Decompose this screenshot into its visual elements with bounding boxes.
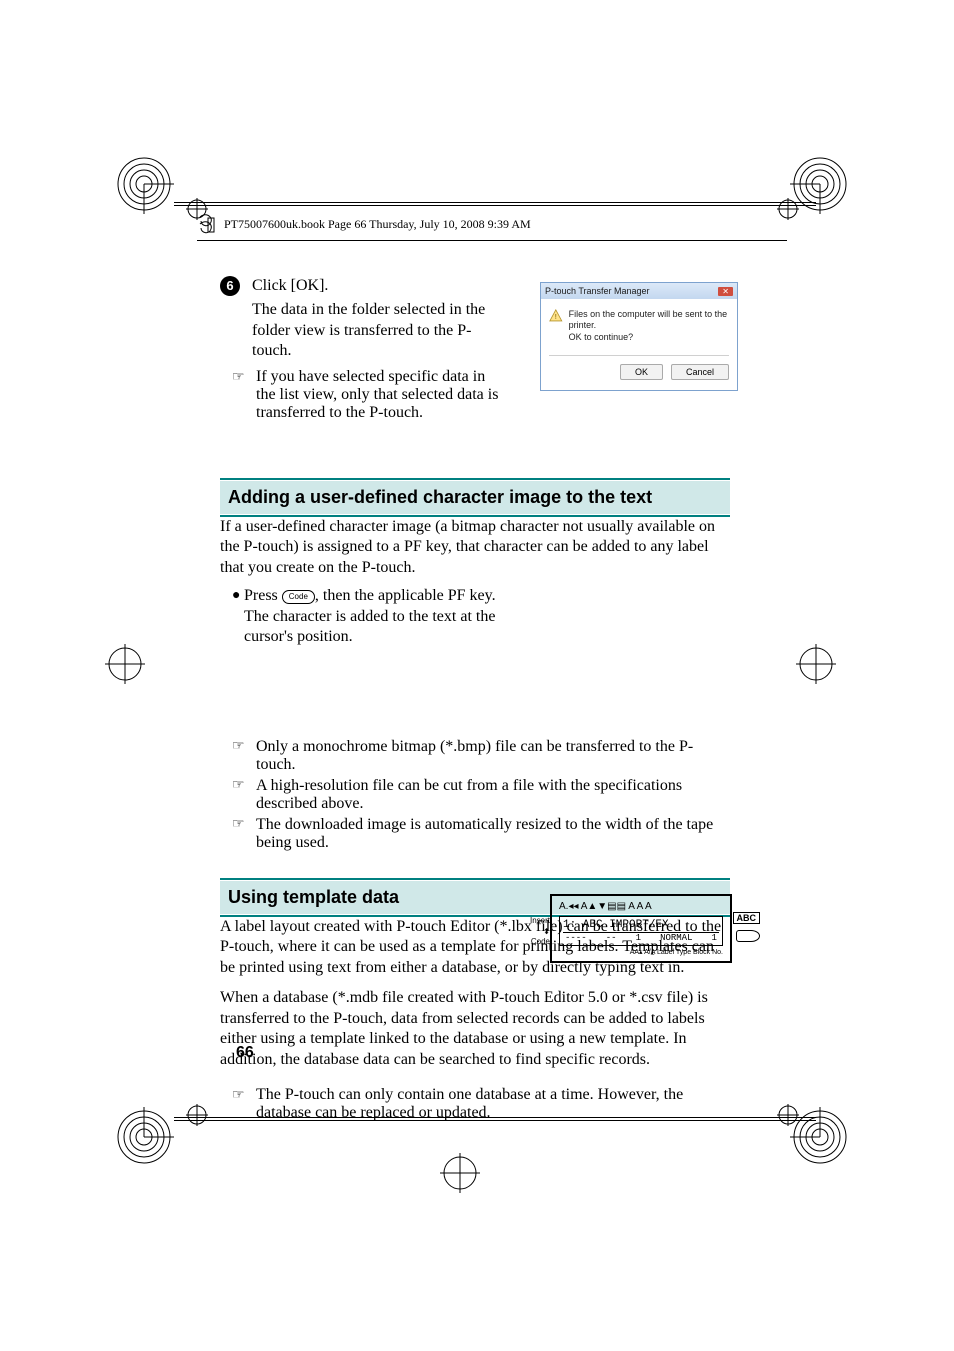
section1-intro: If a user-defined character image (a bit… [220,517,730,578]
pointing-hand-icon: ☞ [232,1086,256,1104]
dialog-msg-line2: OK to continue? [569,332,729,343]
lcd-bottom-row: AA▴ A/A Label Type Block No. [555,948,727,958]
lcd-indicators: A.◂◂ A▲▼▤▤ A A A [555,899,727,914]
section1-title: Adding a user-defined character image to… [220,481,730,514]
pointing-hand-icon: ☞ [232,777,256,794]
running-head-text: PT75007600uk.book Page 66 Thursday, July… [224,217,531,231]
running-head: PT75007600uk.book Page 66 Thursday, July… [197,214,787,241]
lcd-display-text: 1: ABC IMPORT/EX [563,919,719,932]
section1-bullet: Press Code, then the applicable PF key. … [244,586,510,647]
lcd-right-badge: ABC [733,912,761,924]
pointing-hand-icon: ☞ [232,816,256,833]
section1-note1: Only a monochrome bitmap (*.bmp) file ca… [256,738,730,774]
section1-note2: A high-resolution file can be cut from a… [256,777,730,813]
dialog-title: P-touch Transfer Manager [545,286,650,296]
pointing-hand-icon: ☞ [232,738,256,755]
crosshair-bottom-center [440,1153,480,1193]
section1-note3: The downloaded image is automatically re… [256,816,730,852]
registration-mark-bottom-left [114,1107,174,1167]
page-content: 6 Click [OK]. The data in the folder sel… [220,276,730,1122]
section2-note: The P-touch can only contain one databas… [256,1086,730,1122]
step6-note: If you have selected specific data in th… [256,368,502,422]
dialog-msg-line1: Files on the computer will be sent to th… [569,309,729,332]
step-number-6: 6 [220,276,240,296]
step6-line2: The data in the folder selected in the f… [252,300,507,361]
warning-icon: ! [549,309,563,325]
spiral-binding-icon [197,214,215,236]
dialog-cancel-button[interactable]: Cancel [671,364,729,380]
lcd-left-labels: Insert ⬍ Code [528,916,550,947]
dialog-ok-button[interactable]: OK [620,364,663,380]
section2-para2: When a database (*.mdb file created with… [220,988,730,1070]
lcd-display-figure: Insert ⬍ Code ABC A.◂◂ A▲▼▤▤ A A A 1: AB… [550,894,732,963]
pointing-hand-icon: ☞ [232,368,256,386]
crosshair-mid-left [105,644,145,684]
code-key-icon: Code [282,590,315,604]
dialog-close-icon: ✕ [718,287,733,296]
bullet-dot: ● [220,586,244,604]
registration-mark-top-left [114,154,174,214]
page-number: 66 [236,1044,254,1062]
label-tape-icon [736,930,760,942]
transfer-dialog-figure: P-touch Transfer Manager ✕ ! Files on th… [540,282,738,391]
svg-text:!: ! [555,312,557,321]
